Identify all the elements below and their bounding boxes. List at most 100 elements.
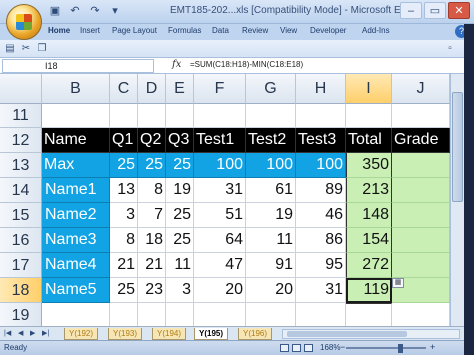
tab-formulas[interactable]: Formulas: [168, 26, 201, 35]
cell[interactable]: [296, 303, 346, 328]
test3-cell[interactable]: 95: [296, 253, 346, 278]
first-sheet-icon[interactable]: |◀: [4, 329, 11, 337]
formula-input[interactable]: =SUM(C18:H18)-MIN(C18:E18): [190, 60, 303, 69]
next-sheet-icon[interactable]: ▶: [30, 329, 35, 337]
total-cell[interactable]: 119: [346, 278, 392, 303]
sheet-tab-active[interactable]: Y(195): [194, 328, 229, 340]
office-button[interactable]: [6, 4, 42, 40]
row-header[interactable]: 15: [0, 203, 42, 228]
max-value-cell[interactable]: 100: [194, 153, 246, 178]
redo-icon[interactable]: ↷: [88, 4, 102, 18]
max-value-cell[interactable]: 25: [110, 153, 138, 178]
sheet-tab[interactable]: Y(193): [108, 328, 143, 340]
cell[interactable]: [246, 303, 296, 328]
header-cell-q3[interactable]: Q3: [166, 128, 194, 153]
worksheet-grid[interactable]: B C D E F G H I J 11 12 13 14 15 16 17 1…: [0, 74, 450, 334]
test3-cell[interactable]: 46: [296, 203, 346, 228]
q2-cell[interactable]: 8: [138, 178, 166, 203]
name-cell[interactable]: Name2: [42, 203, 110, 228]
q1-cell[interactable]: 3: [110, 203, 138, 228]
column-header[interactable]: H: [296, 74, 346, 104]
tab-add-ins[interactable]: Add-Ins: [362, 26, 390, 35]
cell[interactable]: [392, 104, 450, 128]
customize-qat-icon[interactable]: ▾: [108, 4, 122, 18]
cell[interactable]: [194, 303, 246, 328]
q1-cell[interactable]: 25: [110, 278, 138, 303]
row-header[interactable]: 14: [0, 178, 42, 203]
tab-page-layout[interactable]: Page Layout: [112, 26, 157, 35]
column-header-selected[interactable]: I: [346, 74, 392, 104]
normal-view-icon[interactable]: [280, 344, 289, 352]
minimize-button[interactable]: –: [400, 2, 422, 19]
max-value-cell[interactable]: 25: [166, 153, 194, 178]
row-header[interactable]: 19: [0, 303, 42, 328]
cell[interactable]: [346, 104, 392, 128]
cell[interactable]: [392, 303, 450, 328]
zoom-in-icon[interactable]: +: [430, 342, 435, 352]
max-value-cell[interactable]: 100: [246, 153, 296, 178]
column-header[interactable]: C: [110, 74, 138, 104]
test2-cell[interactable]: 61: [246, 178, 296, 203]
header-cell-name[interactable]: Name: [42, 128, 110, 153]
row-header[interactable]: 16: [0, 228, 42, 253]
horizontal-scroll-thumb[interactable]: [287, 331, 407, 337]
test2-cell[interactable]: 11: [246, 228, 296, 253]
header-cell-test3[interactable]: Test3: [296, 128, 346, 153]
cut-icon[interactable]: ✂: [20, 43, 32, 55]
q2-cell[interactable]: 23: [138, 278, 166, 303]
cell[interactable]: [246, 104, 296, 128]
test3-cell[interactable]: 31: [296, 278, 346, 303]
copy-icon[interactable]: ❐: [36, 43, 48, 55]
q2-cell[interactable]: 18: [138, 228, 166, 253]
tab-data[interactable]: Data: [212, 26, 229, 35]
q2-cell[interactable]: 21: [138, 253, 166, 278]
row-header[interactable]: 12: [0, 128, 42, 153]
zoom-slider-knob[interactable]: [398, 344, 403, 353]
cell[interactable]: [296, 104, 346, 128]
max-value-cell[interactable]: 100: [296, 153, 346, 178]
q3-cell[interactable]: 3: [166, 278, 194, 303]
name-cell[interactable]: Name1: [42, 178, 110, 203]
prev-sheet-icon[interactable]: ◀: [18, 329, 23, 337]
header-cell-q1[interactable]: Q1: [110, 128, 138, 153]
name-cell[interactable]: Name4: [42, 253, 110, 278]
cell[interactable]: [42, 303, 110, 328]
total-cell[interactable]: 272: [346, 253, 392, 278]
close-button[interactable]: ✕: [448, 2, 470, 19]
header-cell-test1[interactable]: Test1: [194, 128, 246, 153]
zoom-level[interactable]: 168%: [320, 343, 340, 352]
total-cell[interactable]: 148: [346, 203, 392, 228]
auto-fill-options-icon[interactable]: ▦: [392, 278, 404, 288]
cell[interactable]: [110, 303, 138, 328]
total-cell[interactable]: 350: [346, 153, 392, 178]
cell[interactable]: [166, 303, 194, 328]
test1-cell[interactable]: 20: [194, 278, 246, 303]
test1-cell[interactable]: 64: [194, 228, 246, 253]
column-header[interactable]: F: [194, 74, 246, 104]
total-cell[interactable]: 213: [346, 178, 392, 203]
select-all-corner[interactable]: [0, 74, 42, 104]
grade-cell[interactable]: [392, 253, 450, 278]
test1-cell[interactable]: 47: [194, 253, 246, 278]
name-cell[interactable]: Name3: [42, 228, 110, 253]
total-cell[interactable]: 154: [346, 228, 392, 253]
max-label-cell[interactable]: Max: [42, 153, 110, 178]
page-layout-view-icon[interactable]: [292, 344, 301, 352]
cell[interactable]: [110, 104, 138, 128]
column-header[interactable]: G: [246, 74, 296, 104]
sheet-tab[interactable]: Y(192): [64, 328, 99, 340]
max-value-cell[interactable]: 25: [138, 153, 166, 178]
q1-cell[interactable]: 13: [110, 178, 138, 203]
sheet-tab[interactable]: Y(194): [152, 328, 187, 340]
q1-cell[interactable]: 8: [110, 228, 138, 253]
row-header[interactable]: 13: [0, 153, 42, 178]
vertical-scroll-thumb[interactable]: [452, 92, 463, 202]
cell[interactable]: [346, 303, 392, 328]
grade-cell[interactable]: [392, 203, 450, 228]
test2-cell[interactable]: 19: [246, 203, 296, 228]
tab-insert[interactable]: Insert: [80, 26, 100, 35]
column-header[interactable]: J: [392, 74, 450, 104]
test3-cell[interactable]: 89: [296, 178, 346, 203]
grade-cell[interactable]: [392, 178, 450, 203]
name-cell[interactable]: Name5: [42, 278, 110, 303]
